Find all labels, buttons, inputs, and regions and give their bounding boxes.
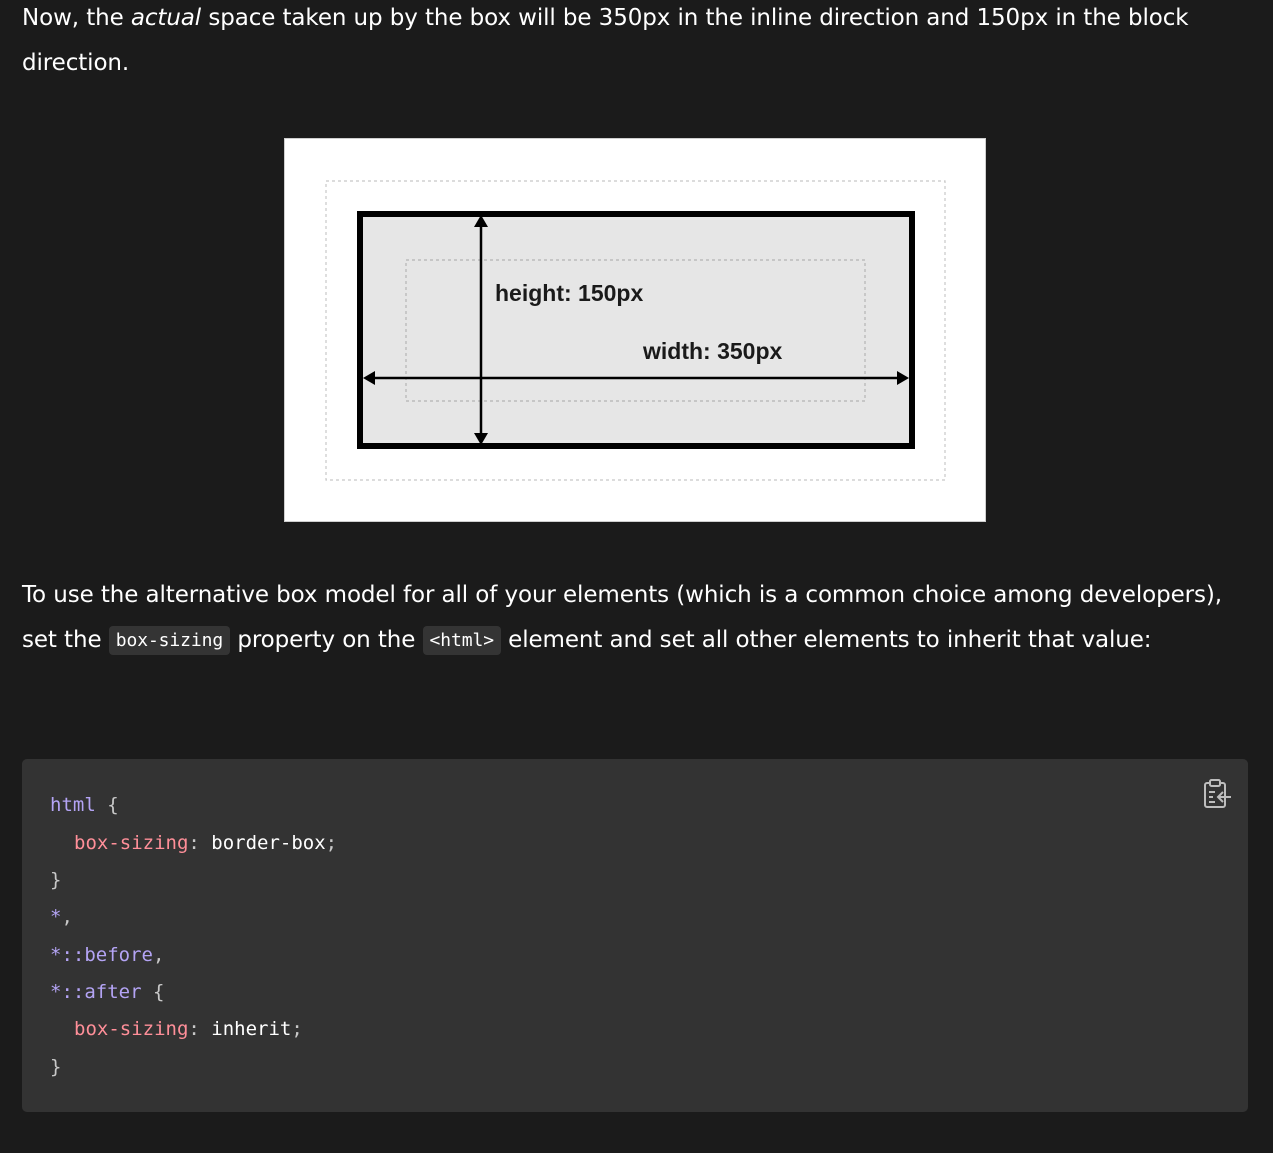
width-label: width: 350px bbox=[642, 338, 783, 364]
height-label: height: 150px bbox=[495, 280, 643, 306]
code-line-7: box-sizing: inherit; bbox=[74, 1017, 303, 1041]
inline-code-box-sizing: box-sizing bbox=[108, 625, 231, 655]
copy-code-button[interactable] bbox=[1202, 777, 1234, 811]
code-selector: * bbox=[50, 906, 62, 928]
clipboard-copy-icon bbox=[1204, 779, 1231, 808]
code-property: box-sizing bbox=[74, 832, 189, 854]
instruction-text-end: element and set all other elements to in… bbox=[500, 626, 1152, 653]
code-selector: html bbox=[50, 794, 96, 816]
code-punctuation: : bbox=[188, 832, 212, 854]
code-line-8: } bbox=[50, 1056, 62, 1078]
code-line-4: *, bbox=[50, 905, 73, 929]
code-line-2: box-sizing: border-box; bbox=[74, 831, 337, 855]
intro-text: Now, the bbox=[22, 5, 131, 31]
intro-paragraph: Now, the actual space taken up by the bo… bbox=[22, 0, 1252, 85]
code-punctuation: { bbox=[95, 794, 119, 816]
code-punctuation: : bbox=[188, 1018, 212, 1040]
code-punctuation: ; bbox=[325, 832, 338, 854]
border-box bbox=[357, 211, 915, 449]
code-block: html { box-sizing: border-box; } *, *::b… bbox=[22, 759, 1248, 1112]
code-value: border-box bbox=[211, 832, 326, 854]
code-line-6: *::after { bbox=[50, 980, 164, 1004]
code-punctuation: , bbox=[152, 944, 165, 966]
code-value: inherit bbox=[211, 1018, 292, 1040]
code-line-5: *::before, bbox=[50, 943, 164, 967]
code-property: box-sizing bbox=[74, 1018, 189, 1040]
code-selector: *::after bbox=[50, 981, 142, 1003]
code-punctuation: ; bbox=[291, 1018, 303, 1040]
code-line-3: } bbox=[50, 869, 62, 891]
code-punctuation: , bbox=[61, 906, 73, 928]
diagram-svg: height: 150px width: 350px bbox=[325, 180, 946, 481]
instruction-text-middle: property on the bbox=[230, 626, 423, 653]
inline-code-html: <html> bbox=[422, 625, 501, 655]
code-selector: *::before bbox=[50, 944, 153, 966]
intro-emphasis: actual bbox=[130, 5, 202, 31]
instruction-paragraph: To use the alternative box model for all… bbox=[22, 573, 1252, 664]
code-line-1: html { bbox=[50, 793, 119, 817]
box-model-diagram: height: 150px width: 350px bbox=[284, 138, 986, 522]
code-punctuation: { bbox=[141, 981, 165, 1003]
